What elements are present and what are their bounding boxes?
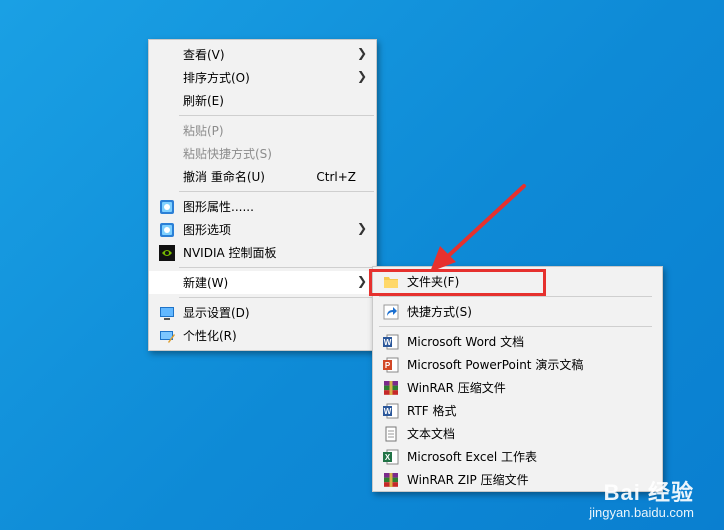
menu-item-label: 刷新(E) [183, 94, 224, 108]
powerpoint-icon: P [383, 357, 399, 373]
menu-item-label: NVIDIA 控制面板 [183, 246, 277, 260]
submenu-item-folder[interactable]: 文件夹(F) [373, 270, 662, 293]
menu-item-label: 排序方式(O) [183, 71, 250, 85]
menu-item-label: 显示设置(D) [183, 306, 250, 320]
new-submenu: 文件夹(F) 快捷方式(S) W Microsoft Word 文档 P Mic… [372, 266, 663, 492]
menu-separator [179, 115, 374, 116]
nvidia-icon [159, 245, 175, 261]
menu-item-label: Microsoft Word 文档 [407, 335, 525, 349]
rtf-icon: W [383, 403, 399, 419]
menu-item-label: 新建(W) [183, 276, 229, 290]
chevron-right-icon: ❯ [356, 46, 367, 60]
svg-text:X: X [385, 453, 391, 462]
submenu-item-excel-worksheet[interactable]: X Microsoft Excel 工作表 [373, 445, 662, 468]
intel-graphics-icon [159, 222, 175, 238]
menu-item-label: 个性化(R) [183, 329, 237, 343]
menu-separator [379, 326, 652, 327]
svg-text:W: W [384, 338, 392, 347]
menu-item-refresh[interactable]: 刷新(E) [149, 89, 376, 112]
menu-item-paste: 粘贴(P) [149, 119, 376, 142]
submenu-item-winrar-archive[interactable]: WinRAR 压缩文件 [373, 376, 662, 399]
winrar-icon [383, 380, 399, 396]
menu-item-label: 粘贴(P) [183, 124, 224, 138]
chevron-right-icon: ❯ [356, 221, 367, 235]
menu-item-personalize[interactable]: 个性化(R) [149, 324, 376, 347]
shortcut-icon [383, 304, 399, 320]
winrar-zip-icon [383, 472, 399, 488]
menu-item-graphics-options[interactable]: 图形选项 ❯ [149, 218, 376, 241]
menu-item-label: RTF 格式 [407, 404, 457, 418]
menu-separator [379, 296, 652, 297]
menu-item-shortcut: Ctrl+Z [316, 170, 356, 184]
menu-item-label: 图形属性...... [183, 200, 254, 214]
menu-item-display-settings[interactable]: 显示设置(D) [149, 301, 376, 324]
menu-item-label: WinRAR ZIP 压缩文件 [407, 473, 529, 487]
menu-item-paste-shortcut: 粘贴快捷方式(S) [149, 142, 376, 165]
menu-separator [179, 297, 374, 298]
menu-item-label: 撤消 重命名(U) [183, 170, 265, 184]
menu-item-label: 图形选项 [183, 223, 232, 237]
menu-item-label: Microsoft Excel 工作表 [407, 450, 538, 464]
submenu-item-word-document[interactable]: W Microsoft Word 文档 [373, 330, 662, 353]
menu-item-label: 快捷方式(S) [407, 305, 472, 319]
submenu-item-text-document[interactable]: 文本文档 [373, 422, 662, 445]
menu-item-view[interactable]: 查看(V) ❯ [149, 43, 376, 66]
personalize-icon [159, 328, 175, 344]
text-doc-icon [383, 426, 399, 442]
desktop-context-menu: 查看(V) ❯ 排序方式(O) ❯ 刷新(E) 粘贴(P) 粘贴快捷方式(S) … [148, 39, 377, 351]
submenu-item-shortcut[interactable]: 快捷方式(S) [373, 300, 662, 323]
menu-item-label: 文本文档 [407, 427, 456, 441]
menu-item-sort-by[interactable]: 排序方式(O) ❯ [149, 66, 376, 89]
menu-item-graphics-properties[interactable]: 图形属性...... [149, 195, 376, 218]
menu-item-label: 文件夹(F) [407, 275, 460, 289]
menu-item-new[interactable]: 新建(W) ❯ [149, 271, 376, 294]
submenu-item-powerpoint-presentation[interactable]: P Microsoft PowerPoint 演示文稿 [373, 353, 662, 376]
submenu-item-rtf-format[interactable]: W RTF 格式 [373, 399, 662, 422]
menu-separator [179, 191, 374, 192]
intel-graphics-icon [159, 199, 175, 215]
excel-icon: X [383, 449, 399, 465]
menu-item-nvidia-control-panel[interactable]: NVIDIA 控制面板 [149, 241, 376, 264]
display-icon [159, 305, 175, 321]
chevron-right-icon: ❯ [356, 69, 367, 83]
menu-item-undo-rename[interactable]: 撤消 重命名(U) Ctrl+Z [149, 165, 376, 188]
menu-item-label: 查看(V) [183, 48, 225, 62]
menu-item-label: Microsoft PowerPoint 演示文稿 [407, 358, 584, 372]
svg-text:P: P [385, 361, 391, 370]
watermark-url: jingyan.baidu.com [589, 505, 694, 520]
word-icon: W [383, 334, 399, 350]
menu-item-label: 粘贴快捷方式(S) [183, 147, 272, 161]
menu-item-label: WinRAR 压缩文件 [407, 381, 506, 395]
menu-separator [179, 267, 374, 268]
folder-icon [383, 274, 399, 290]
watermark-brand: Bai 经验 [603, 480, 694, 505]
svg-text:W: W [384, 407, 392, 416]
baidu-jingyan-watermark: Bai 经验 jingyan.baidu.com [589, 475, 694, 520]
chevron-right-icon: ❯ [356, 274, 367, 288]
